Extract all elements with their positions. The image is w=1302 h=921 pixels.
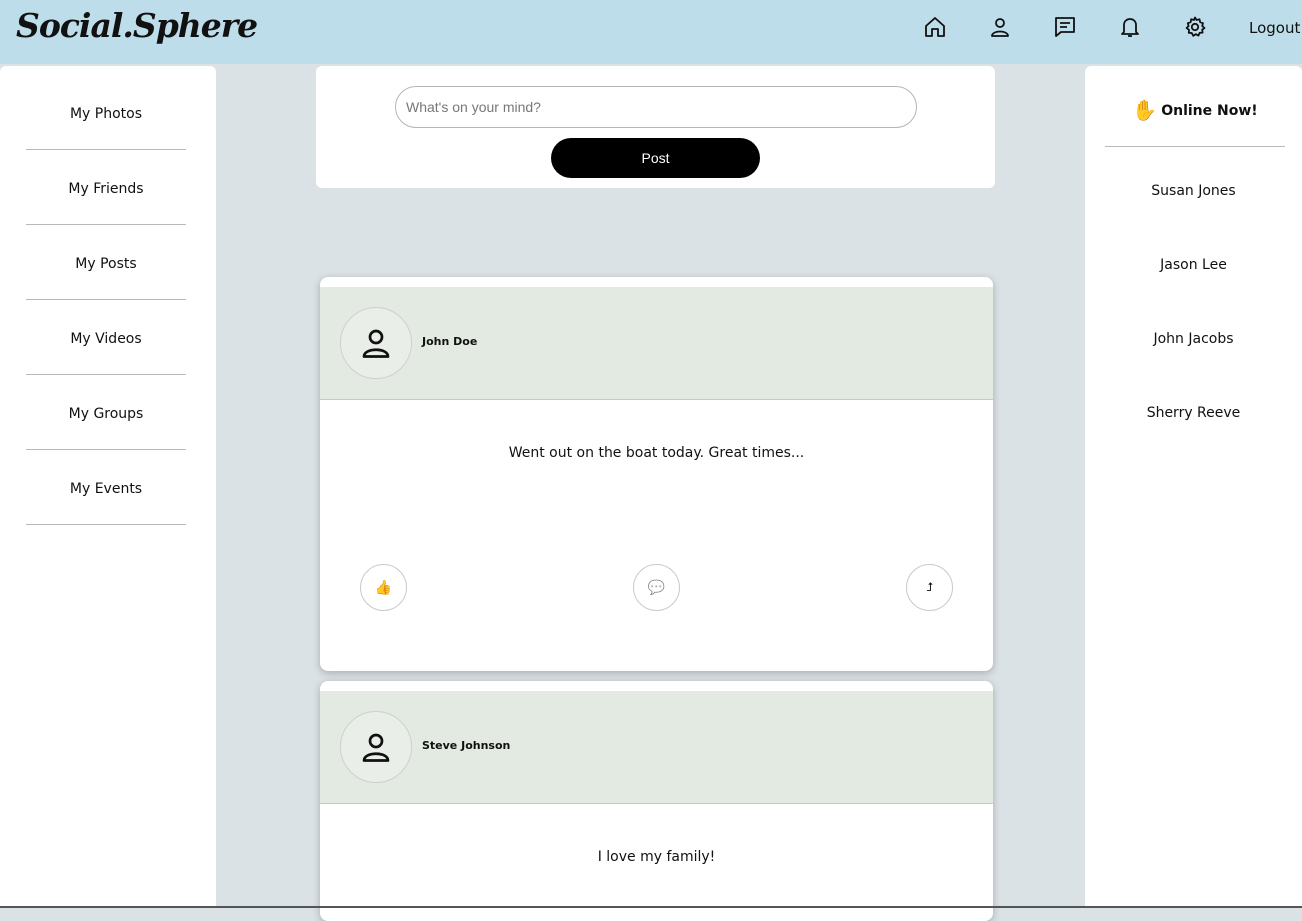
sidebar-item-my-videos[interactable]: My Videos	[26, 300, 186, 375]
post-text: Went out on the boat today. Great times.…	[508, 445, 805, 461]
online-user[interactable]: Jason Lee	[1085, 257, 1302, 273]
post-header: John Doe	[320, 287, 993, 400]
sidebar-item-my-events[interactable]: My Events	[26, 450, 186, 525]
post-header: Steve Johnson	[320, 691, 993, 804]
post-card: Steve Johnson I love my family!	[320, 681, 993, 921]
online-sidebar: ✋ Online Now! Susan Jones Jason Lee John…	[1085, 66, 1302, 908]
post-composer: Post	[316, 66, 995, 188]
online-title: Online Now!	[1161, 103, 1258, 119]
avatar[interactable]	[340, 711, 412, 783]
profile-icon[interactable]	[985, 12, 1015, 42]
comment-button[interactable]: 💬	[633, 564, 680, 611]
settings-icon[interactable]	[1180, 12, 1210, 42]
app-logo[interactable]: Social.Sphere	[16, 6, 258, 45]
waving-hand-icon: ✋	[1132, 98, 1158, 122]
post-author[interactable]: John Doe	[422, 335, 477, 348]
like-button[interactable]: 👍	[360, 564, 407, 611]
left-sidebar: My Photos My Friends My Posts My Videos …	[0, 66, 216, 908]
user-icon	[362, 733, 390, 762]
sidebar-item-my-photos[interactable]: My Photos	[26, 75, 186, 150]
home-icon[interactable]	[920, 12, 950, 42]
notifications-icon[interactable]	[1115, 12, 1145, 42]
share-button[interactable]: ⮥	[906, 564, 953, 611]
post-text: I love my family!	[597, 849, 716, 865]
status-input[interactable]	[395, 86, 917, 128]
online-user[interactable]: Sherry Reeve	[1085, 405, 1302, 421]
post-button[interactable]: Post	[551, 138, 760, 178]
messages-icon[interactable]	[1050, 12, 1080, 42]
sidebar-item-my-groups[interactable]: My Groups	[26, 375, 186, 450]
post-author[interactable]: Steve Johnson	[422, 739, 510, 752]
top-navigation-bar: Social.Sphere Logout	[0, 0, 1302, 64]
post-card: John Doe Went out on the boat today. Gre…	[320, 277, 993, 671]
online-user[interactable]: John Jacobs	[1085, 331, 1302, 347]
comment-icon: 💬	[647, 579, 666, 596]
user-icon	[362, 329, 390, 358]
online-user[interactable]: Susan Jones	[1085, 183, 1302, 199]
thumbs-up-icon: 👍	[374, 579, 393, 596]
share-icon: ⮥	[925, 580, 934, 594]
sidebar-item-my-posts[interactable]: My Posts	[26, 225, 186, 300]
sidebar-item-my-friends[interactable]: My Friends	[26, 150, 186, 225]
avatar[interactable]	[340, 307, 412, 379]
online-header: ✋ Online Now!	[1105, 99, 1285, 147]
logout-link[interactable]: Logout	[1249, 19, 1300, 37]
